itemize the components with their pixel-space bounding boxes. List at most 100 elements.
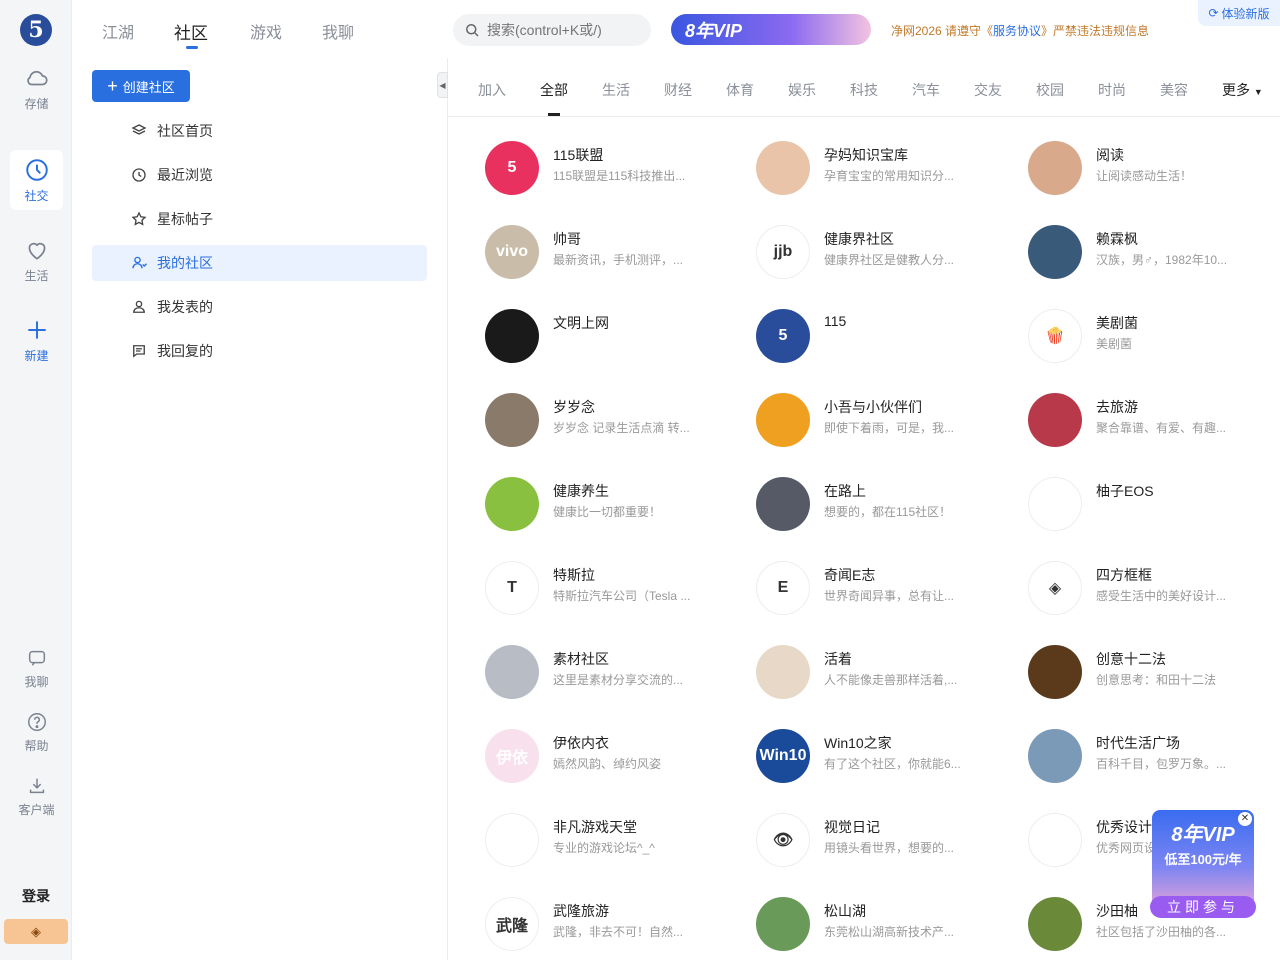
community-card[interactable]: 🍿 美剧菌 美剧菌	[1028, 309, 1280, 379]
menu-item-my-posts[interactable]: 我发表的	[92, 289, 427, 325]
category-tab[interactable]: 校园	[1036, 80, 1064, 100]
community-card[interactable]: 时代生活广场 百科千目，包罗万象。...	[1028, 729, 1280, 799]
community-card[interactable]: 小吾与小伙伴们 即使下着雨，可是，我...	[756, 393, 1016, 463]
community-card[interactable]: 武隆 武隆旅游 武隆，非去不可！自然...	[485, 897, 745, 960]
community-name: Win10之家	[824, 735, 892, 751]
category-tab[interactable]: 交友	[974, 80, 1002, 100]
community-card[interactable]: 5 115	[756, 309, 1016, 379]
menu-item-my-community[interactable]: 我的社区	[92, 245, 427, 281]
collapse-panel-button[interactable]: ◀	[437, 72, 448, 98]
community-card[interactable]: 活着 人不能像走兽那样活着,...	[756, 645, 1016, 715]
community-card[interactable]: 阅读 让阅读感动生活！	[1028, 141, 1280, 211]
community-card[interactable]: 伊依 伊依内衣 嫣然风韵、绰约风姿	[485, 729, 745, 799]
rail-item-life[interactable]: 生活	[10, 230, 63, 290]
active-category-indicator	[548, 113, 560, 116]
community-card[interactable]: Win10 Win10之家 有了这个社区，你就能6...	[756, 729, 1016, 799]
category-tab[interactable]: 全部	[540, 80, 568, 100]
community-card[interactable]: vivo 帅哥 最新资讯，手机测评，...	[485, 225, 745, 295]
community-desc: 创意思考：和田十二法	[1096, 673, 1217, 687]
history-icon	[132, 168, 146, 182]
community-card[interactable]: 孕妈知识宝库 孕育宝宝的常用知识分...	[756, 141, 1016, 211]
rail-item-help[interactable]: 帮助	[10, 704, 63, 760]
community-card[interactable]: E 奇闻E志 世界奇闻异事，总有让...	[756, 561, 1016, 631]
rail-item-label: 社交	[24, 188, 49, 203]
community-avatar	[1028, 645, 1082, 699]
search-box[interactable]	[453, 14, 651, 46]
community-avatar	[1028, 897, 1082, 951]
cloud-icon	[26, 70, 48, 85]
category-tab[interactable]: 科技	[850, 80, 878, 100]
plus-icon	[27, 320, 46, 339]
rail-item-client[interactable]: 客户端	[10, 768, 63, 824]
community-name: 去旅游	[1096, 399, 1138, 415]
community-name: 奇闻E志	[824, 567, 876, 583]
community-card[interactable]: 松山湖 东莞松山湖高新技术产...	[756, 897, 1016, 960]
community-name: 柚子EOS	[1096, 483, 1154, 499]
community-card[interactable]: 👁 视觉日记 用镜头看世界，想要的...	[756, 813, 1016, 883]
search-input[interactable]	[487, 22, 637, 38]
category-tab[interactable]: 体育	[726, 80, 754, 100]
plus-icon: +	[107, 76, 118, 96]
community-card[interactable]: T 特斯拉 特斯拉汽车公司（Tesla ...	[485, 561, 745, 631]
rail-item-social[interactable]: 社交	[10, 150, 63, 210]
tab-chat[interactable]: 我聊	[322, 19, 354, 43]
menu-item-community-home[interactable]: 社区首页	[92, 113, 427, 149]
rail-item-label: 新建	[24, 348, 49, 363]
community-desc: 健康比一切都重要！	[553, 505, 662, 519]
rail-item-label: 生活	[24, 268, 49, 283]
category-tabs: 更多 ▼ 加入 全部 生活 财经 体育 娱乐 科技 汽车 交友 校园 时尚 美容	[448, 58, 1280, 117]
chat-icon	[28, 650, 45, 666]
vip-button[interactable]: ◈	[4, 919, 68, 944]
community-avatar: 武隆	[485, 897, 539, 951]
join-now-button[interactable]: 立即参与	[1150, 896, 1256, 918]
category-tab[interactable]: 汽车	[912, 80, 940, 100]
community-card[interactable]: 去旅游 聚合靠谱、有爱、有趣...	[1028, 393, 1280, 463]
community-desc: 专业的游戏论坛^_^	[553, 841, 655, 855]
close-icon[interactable]: ✕	[1238, 812, 1252, 826]
layers-icon	[131, 124, 147, 135]
vip-banner[interactable]: 8年VIP	[671, 14, 871, 45]
category-tab[interactable]: 时尚	[1098, 80, 1126, 100]
community-card[interactable]: 素材社区 这里是素材分享交流的...	[485, 645, 745, 715]
community-card[interactable]: 非凡游戏天堂 专业的游戏论坛^_^	[485, 813, 745, 883]
rail-item-storage[interactable]: 存储	[10, 58, 63, 118]
rail-item-new[interactable]: 新建	[10, 310, 63, 370]
category-tab[interactable]: 美容	[1160, 80, 1188, 100]
community-card[interactable]: 柚子EOS	[1028, 477, 1280, 547]
tab-community[interactable]: 社区	[174, 19, 208, 44]
login-link[interactable]: 登录	[0, 886, 72, 906]
more-categories-button[interactable]: 更多 ▼	[1222, 80, 1263, 100]
menu-item-my-replies[interactable]: 我回复的	[92, 333, 427, 369]
category-tab[interactable]: 生活	[602, 80, 630, 100]
vip-promo-ad[interactable]: ✕ 8年VIP 低至100元/年 立即参与	[1150, 810, 1256, 918]
service-agreement-link[interactable]: 服务协议	[993, 24, 1041, 38]
community-avatar	[1028, 729, 1082, 783]
compass-icon	[25, 158, 48, 181]
community-name: 沙田柚	[1096, 903, 1138, 919]
try-new-version-button[interactable]: ⟳ 体验新版	[1198, 0, 1280, 26]
community-avatar	[1028, 813, 1082, 867]
tab-jianghu[interactable]: 江湖	[102, 19, 134, 43]
menu-item-recent[interactable]: 最近浏览	[92, 157, 427, 193]
community-card[interactable]: 在路上 想要的，都在115社区！	[756, 477, 1016, 547]
community-name: 孕妈知识宝库	[824, 147, 908, 163]
community-card[interactable]: 文明上网	[485, 309, 745, 379]
community-name: 松山湖	[824, 903, 866, 919]
community-card[interactable]: 5 115联盟 115联盟是115科技推出...	[485, 141, 745, 211]
menu-item-starred[interactable]: 星标帖子	[92, 201, 427, 237]
rail-item-chat[interactable]: 我聊	[10, 640, 63, 696]
community-card[interactable]: 健康养生 健康比一切都重要！	[485, 477, 745, 547]
community-card[interactable]: 岁岁念 岁岁念 记录生活点滴 转...	[485, 393, 745, 463]
tab-games[interactable]: 游戏	[250, 19, 282, 43]
category-tab[interactable]: 加入	[478, 80, 506, 100]
community-card[interactable]: jjb 健康界社区 健康界社区是健教人分...	[756, 225, 1016, 295]
community-card[interactable]: 创意十二法 创意思考：和田十二法	[1028, 645, 1280, 715]
create-community-button[interactable]: + 创建社区	[92, 70, 190, 102]
community-avatar: 5	[756, 309, 810, 363]
category-tab[interactable]: 娱乐	[788, 80, 816, 100]
category-tab[interactable]: 财经	[664, 80, 692, 100]
community-card[interactable]: ◈ 四方框框 感受生活中的美好设计...	[1028, 561, 1280, 631]
community-name: 四方框框	[1096, 567, 1152, 583]
community-card[interactable]: 赖霖枫 汉族，男♂，1982年10...	[1028, 225, 1280, 295]
app-logo[interactable]: 5	[20, 14, 52, 46]
